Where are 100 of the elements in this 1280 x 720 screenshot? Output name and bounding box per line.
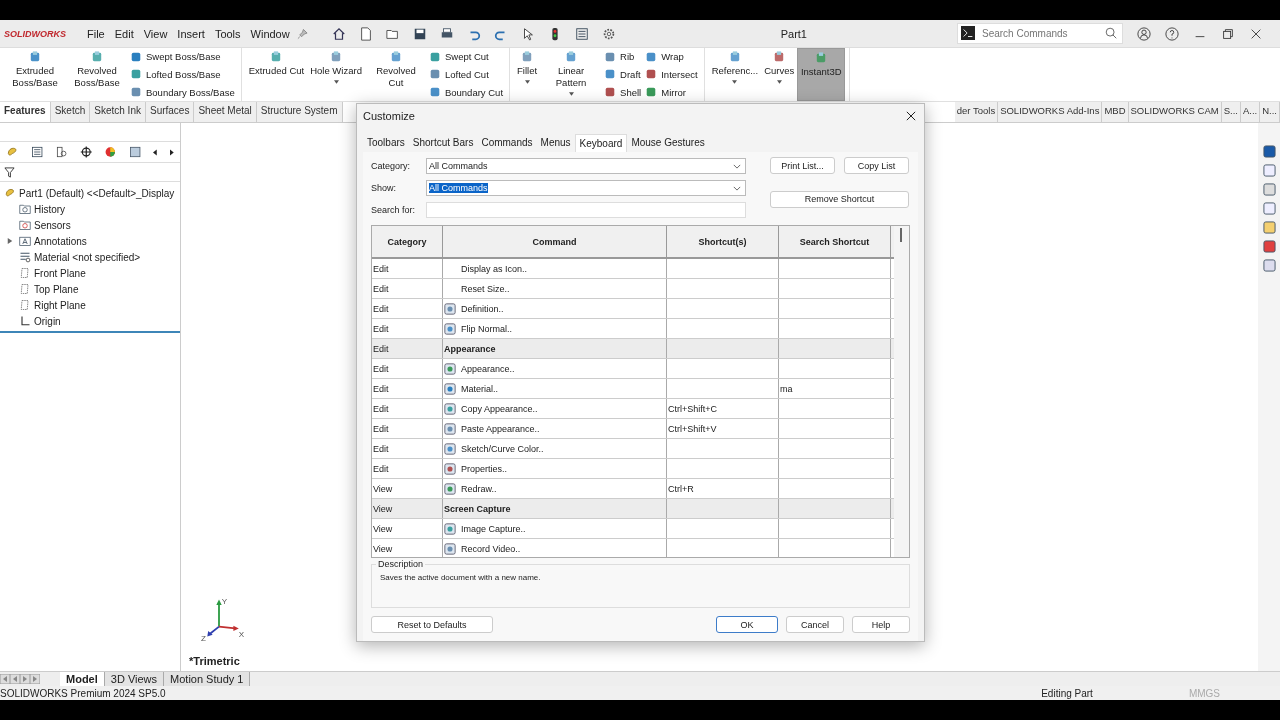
ribbon-button[interactable]: Shell <box>602 86 644 99</box>
model-tab[interactable]: 3D Views <box>104 672 165 686</box>
dialog-tab[interactable]: Mouse Gestures <box>627 134 709 152</box>
menu-item[interactable]: Window <box>245 27 295 40</box>
task-pane-icon[interactable] <box>1262 183 1276 196</box>
model-tab[interactable]: Motion Study 1 <box>164 672 251 686</box>
ribbon-button[interactable]: Lofted Cut <box>426 68 506 81</box>
chevron-icon[interactable] <box>733 185 741 191</box>
ribbon-button[interactable]: Revolved Boss/Base <box>66 48 128 101</box>
chevron-icon[interactable] <box>733 163 741 169</box>
ribbon-button[interactable]: Wrap <box>643 50 700 63</box>
tab-scroll-icon[interactable] <box>20 674 30 684</box>
command-tab[interactable]: Sheet Metal <box>194 102 257 122</box>
help-button[interactable]: Help <box>852 616 910 633</box>
command-tab[interactable]: SOLIDWORKS Add-Ins <box>998 102 1103 122</box>
model-tab[interactable]: Model <box>60 672 105 686</box>
remove-shortcut-button[interactable]: Remove Shortcut <box>770 190 909 208</box>
command-tab[interactable]: Sketch Ink <box>90 102 146 122</box>
command-tab[interactable]: MBD <box>1102 102 1129 122</box>
appearance-tab-icon[interactable] <box>104 145 117 159</box>
close-icon[interactable] <box>906 111 916 121</box>
ribbon-button[interactable]: Intersect <box>643 68 700 81</box>
search-field[interactable] <box>426 202 746 218</box>
ribbon-button[interactable]: Mirror <box>643 86 700 99</box>
command-tab[interactable]: N... <box>1260 102 1280 122</box>
caret-icon[interactable] <box>776 80 782 84</box>
user-icon[interactable] <box>1137 26 1151 41</box>
column-header[interactable]: Category <box>372 226 443 257</box>
ribbon-button[interactable]: Curves <box>761 48 798 101</box>
caret-icon[interactable] <box>568 92 574 96</box>
solidworks-logo[interactable]: SOLIDWORKS <box>0 28 82 39</box>
dialog-tab[interactable]: Commands <box>477 134 537 152</box>
configuration-tab-icon[interactable] <box>55 145 68 159</box>
scroll-right-icon[interactable] <box>169 148 175 156</box>
list-icon[interactable] <box>574 26 589 41</box>
column-header[interactable]: Shortcut(s) <box>667 226 779 257</box>
task-pane-icon[interactable] <box>1262 259 1276 272</box>
tree-item[interactable]: Front Plane <box>34 267 86 279</box>
ribbon-button[interactable]: Boundary Boss/Base <box>128 86 237 99</box>
command-tab[interactable]: Sketch <box>50 102 91 122</box>
filter-icon[interactable] <box>4 166 15 178</box>
ribbon-button[interactable]: Rib <box>602 50 644 63</box>
ribbon-button[interactable]: Swept Cut <box>426 50 506 63</box>
command-tab[interactable]: Structure System <box>256 102 343 122</box>
task-pane-icon[interactable] <box>1262 202 1276 215</box>
column-header[interactable]: Search Shortcut <box>779 226 891 257</box>
menu-item[interactable]: View <box>138 27 173 40</box>
ribbon-button[interactable]: Instant3D <box>797 48 846 101</box>
crosshair-icon[interactable] <box>79 145 93 159</box>
command-tab[interactable]: der Tools <box>954 102 999 122</box>
ribbon-button[interactable]: Revolved Cut <box>364 48 427 101</box>
tree-item[interactable]: History <box>34 203 66 215</box>
ribbon-button[interactable]: Linear Pattern <box>540 48 603 101</box>
task-pane-icon[interactable] <box>1262 221 1276 234</box>
ribbon-button[interactable]: Fillet <box>514 48 541 101</box>
ribbon-button[interactable]: Hole Wizard <box>307 48 365 101</box>
new-document-icon[interactable] <box>358 26 373 41</box>
dialog-tab[interactable]: Menus <box>536 134 575 152</box>
tree-item[interactable]: Material <not specified> <box>34 251 141 263</box>
scroll-left-icon[interactable] <box>153 148 158 156</box>
tree-item[interactable]: Part1 (Default) <<Default>_Display <box>19 187 175 199</box>
command-tab[interactable]: A... <box>1240 102 1261 122</box>
menu-item[interactable]: Tools <box>209 27 246 40</box>
caret-icon[interactable] <box>524 80 530 84</box>
menu-item[interactable]: Edit <box>109 27 139 40</box>
expand-arrow-icon[interactable] <box>7 238 13 244</box>
ribbon-button[interactable]: Referenc... <box>708 48 762 101</box>
tree-item[interactable]: Sensors <box>34 219 71 231</box>
dialog-tab[interactable]: Shortcut Bars <box>408 134 478 152</box>
command-tab[interactable]: Surfaces <box>145 102 195 122</box>
dialog-tab[interactable]: Toolbars <box>363 134 409 152</box>
ribbon-button[interactable]: Draft <box>602 68 644 81</box>
search-field[interactable]: Search Commands <box>957 23 1123 44</box>
restore-icon[interactable] <box>1221 26 1235 41</box>
menu-item[interactable]: File <box>82 27 110 40</box>
ribbon-button[interactable]: Extruded Boss/Base <box>4 48 66 101</box>
save-icon[interactable] <box>412 26 427 41</box>
settings-icon[interactable] <box>601 26 616 41</box>
task-pane-icon[interactable] <box>1262 164 1276 177</box>
show-dropdown[interactable]: All Commands <box>426 180 746 196</box>
dialog-tab[interactable]: Keyboard <box>574 134 628 152</box>
category-dropdown[interactable]: All Commands <box>426 158 746 174</box>
caret-icon[interactable] <box>732 80 738 84</box>
task-pane-icon[interactable] <box>1262 240 1276 253</box>
menu-item[interactable]: Insert <box>172 27 210 40</box>
ribbon-button[interactable]: Swept Boss/Base <box>128 50 237 63</box>
ribbon-button[interactable]: Lofted Boss/Base <box>128 68 237 81</box>
tab-scroll-icon[interactable] <box>10 674 20 684</box>
scrollbar-thumb[interactable] <box>900 228 902 242</box>
tree-item[interactable]: Right Plane <box>34 299 86 311</box>
print-list-button[interactable]: Print List... <box>770 157 835 174</box>
ribbon-button[interactable]: Boundary Cut <box>426 86 506 99</box>
command-tab[interactable]: S... <box>1221 102 1241 122</box>
display-tab-icon[interactable] <box>128 145 142 159</box>
column-header[interactable]: Command <box>443 226 667 257</box>
tree-item[interactable]: Origin <box>34 315 61 327</box>
search-icon[interactable] <box>1104 26 1118 40</box>
feature-tree-tab-icon[interactable] <box>6 145 19 159</box>
help-icon[interactable] <box>1165 26 1179 41</box>
copy-list-button[interactable]: Copy List <box>844 157 909 174</box>
